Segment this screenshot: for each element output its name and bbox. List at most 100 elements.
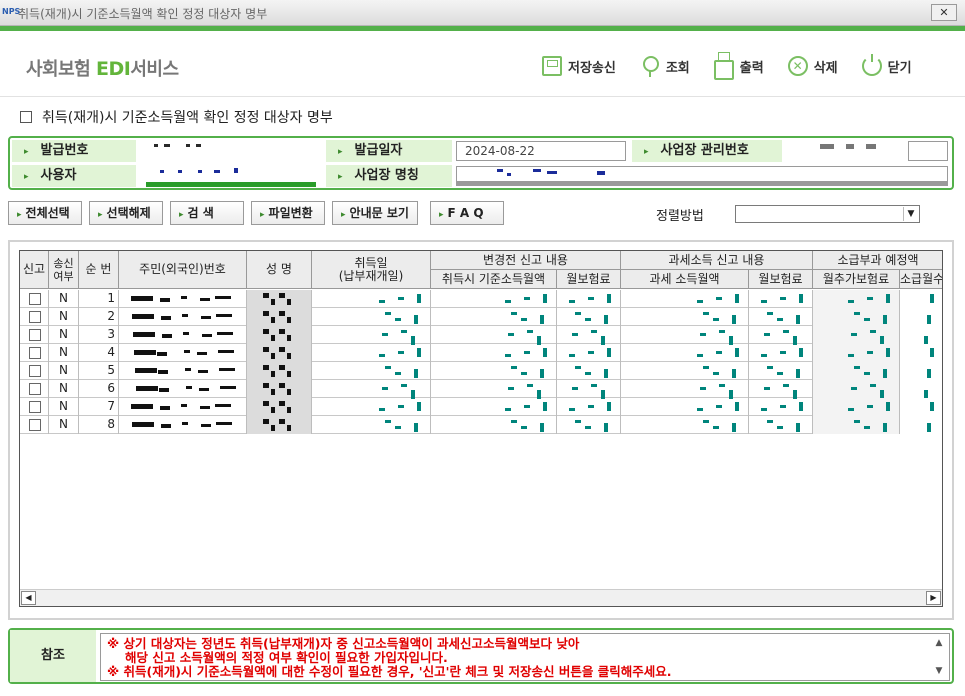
acq-date-cell: [312, 416, 431, 434]
target-list-grid: 신고 송신여부 순 번 주민(외국인)번호 성 명 취득일 (납부재개일) 변경…: [19, 250, 943, 607]
guide-view-button[interactable]: ▸ 안내문 보기: [332, 201, 418, 225]
table-row[interactable]: N5: [20, 362, 942, 380]
before-base-income-cell: [431, 398, 557, 416]
report-cell: [20, 308, 49, 326]
file-convert-button[interactable]: ▸ 파일변환: [251, 201, 325, 225]
search-button[interactable]: 조회: [640, 55, 690, 77]
acq-date-cell: [312, 398, 431, 416]
retro-months-cell: [900, 344, 942, 362]
chevron-down-icon[interactable]: ▼: [903, 207, 918, 221]
delete-button[interactable]: ✕ 삭제: [787, 55, 838, 77]
reference-label: 참조: [10, 630, 96, 682]
sort-label: 정렬방법: [656, 209, 704, 224]
send-yn-cell: N: [49, 290, 79, 308]
select-all-button[interactable]: ▸ 전체선택: [8, 201, 82, 225]
before-base-income-cell: [431, 326, 557, 345]
before-base-income-cell: [431, 380, 557, 399]
report-cell: [20, 380, 49, 398]
arrow-right-icon: ▸: [260, 210, 265, 220]
close-button[interactable]: 닫기: [861, 54, 912, 77]
seq-cell: 4: [79, 344, 119, 362]
table-row[interactable]: N8: [20, 416, 942, 434]
table-row[interactable]: N4: [20, 344, 942, 362]
sort-select[interactable]: ▼: [735, 205, 920, 223]
brand-suffix: 서비스: [130, 59, 179, 80]
table-row[interactable]: N7: [20, 398, 942, 416]
retro-add-cell: [813, 290, 900, 308]
col-send-yn: 송신여부: [49, 251, 79, 289]
retro-months-cell: [900, 290, 942, 308]
report-checkbox[interactable]: [29, 329, 41, 341]
tax-premium-cell: [749, 398, 813, 416]
section-title: 취득(재개)시 기준소득월액 확인 정정 대상자 명부: [20, 107, 333, 127]
reference-line-3: ※ 취득(재개)시 기준소득월액에 대한 수정이 필요한 경우, '신고'란 체…: [107, 664, 672, 679]
info-panel: 발급번호 발급일자 2024-08-22 사업장 관리번호 사용자 사업장 명칭: [8, 136, 954, 190]
issue-date-field[interactable]: 2024-08-22: [456, 141, 626, 161]
horizontal-scrollbar[interactable]: ◀ ▶: [20, 589, 942, 606]
name-cell: [247, 308, 312, 326]
send-yn-cell: N: [49, 326, 79, 344]
report-checkbox[interactable]: [29, 365, 41, 377]
print-icon: [713, 52, 734, 80]
resident-no-cell: [119, 308, 247, 326]
report-checkbox[interactable]: [29, 401, 41, 413]
tax-income-cell: [621, 308, 749, 326]
retro-months-cell: [900, 326, 942, 345]
table-row[interactable]: N6: [20, 380, 942, 399]
reference-scrollbar[interactable]: ▲ ▼: [931, 636, 947, 678]
main-toolbar: 저장송신 조회 출력 ✕ 삭제 닫기: [542, 52, 936, 80]
biz-name-field[interactable]: [456, 166, 948, 186]
col-tax-income: 과세 소득월액: [621, 270, 749, 289]
search-list-button[interactable]: ▸ 검 색: [170, 201, 244, 225]
deselect-label: 선택해제: [106, 206, 151, 220]
tax-premium-cell: [749, 362, 813, 380]
print-button[interactable]: 출력: [713, 52, 764, 80]
report-cell: [20, 326, 49, 344]
table-row[interactable]: N1: [20, 290, 942, 308]
delete-icon: ✕: [787, 56, 808, 76]
col-group-tax: 과세소득 신고 내용: [621, 251, 813, 270]
retro-add-cell: [813, 380, 900, 399]
arrow-right-icon: ▸: [17, 210, 22, 220]
chevron-down-icon[interactable]: ▼: [931, 664, 947, 678]
col-seq: 순 번: [79, 251, 119, 289]
biz-mgmt-no-label: 사업장 관리번호: [632, 140, 782, 162]
grid-panel: 신고 송신여부 순 번 주민(외국인)번호 성 명 취득일 (납부재개일) 변경…: [8, 240, 954, 620]
report-checkbox[interactable]: [29, 383, 41, 395]
seq-cell: 3: [79, 326, 119, 344]
report-checkbox[interactable]: [29, 419, 41, 431]
faq-button[interactable]: ▸ F A Q: [430, 201, 504, 225]
before-base-income-cell: [431, 416, 557, 434]
col-retro-add: 월추가보험료: [813, 270, 900, 289]
scroll-left-icon[interactable]: ◀: [21, 591, 36, 605]
window-close-button[interactable]: ✕: [931, 4, 957, 21]
table-row[interactable]: N3: [20, 326, 942, 345]
issue-date-label: 발급일자: [326, 140, 452, 162]
before-premium-cell: [557, 380, 621, 399]
scroll-right-icon[interactable]: ▶: [926, 591, 941, 605]
col-acq-date: 취득일 (납부재개일): [312, 251, 431, 289]
deselect-button[interactable]: ▸ 선택해제: [89, 201, 163, 225]
seq-cell: 5: [79, 362, 119, 380]
report-checkbox[interactable]: [29, 311, 41, 323]
retro-add-cell: [813, 308, 900, 326]
close-label: 닫기: [887, 60, 912, 76]
tax-income-cell: [621, 344, 749, 362]
save-send-button[interactable]: 저장송신: [542, 55, 616, 77]
report-checkbox[interactable]: [29, 293, 41, 305]
window-title: 취득(재개)시 기준소득월액 확인 정정 대상자 명부: [18, 7, 268, 21]
seq-cell: 2: [79, 308, 119, 326]
biz-mgmt-no-extra-field[interactable]: [908, 141, 948, 161]
acq-date-cell: [312, 380, 431, 399]
before-premium-cell: [557, 416, 621, 434]
tax-premium-cell: [749, 290, 813, 308]
before-base-income-cell: [431, 290, 557, 308]
resident-no-cell: [119, 326, 247, 344]
guide-view-label: 안내문 보기: [349, 206, 409, 220]
tax-income-cell: [621, 398, 749, 416]
table-row[interactable]: N2: [20, 308, 942, 326]
report-cell: [20, 398, 49, 416]
col-group-before: 변경전 신고 내용: [431, 251, 621, 270]
report-checkbox[interactable]: [29, 347, 41, 359]
chevron-up-icon[interactable]: ▲: [931, 636, 947, 650]
